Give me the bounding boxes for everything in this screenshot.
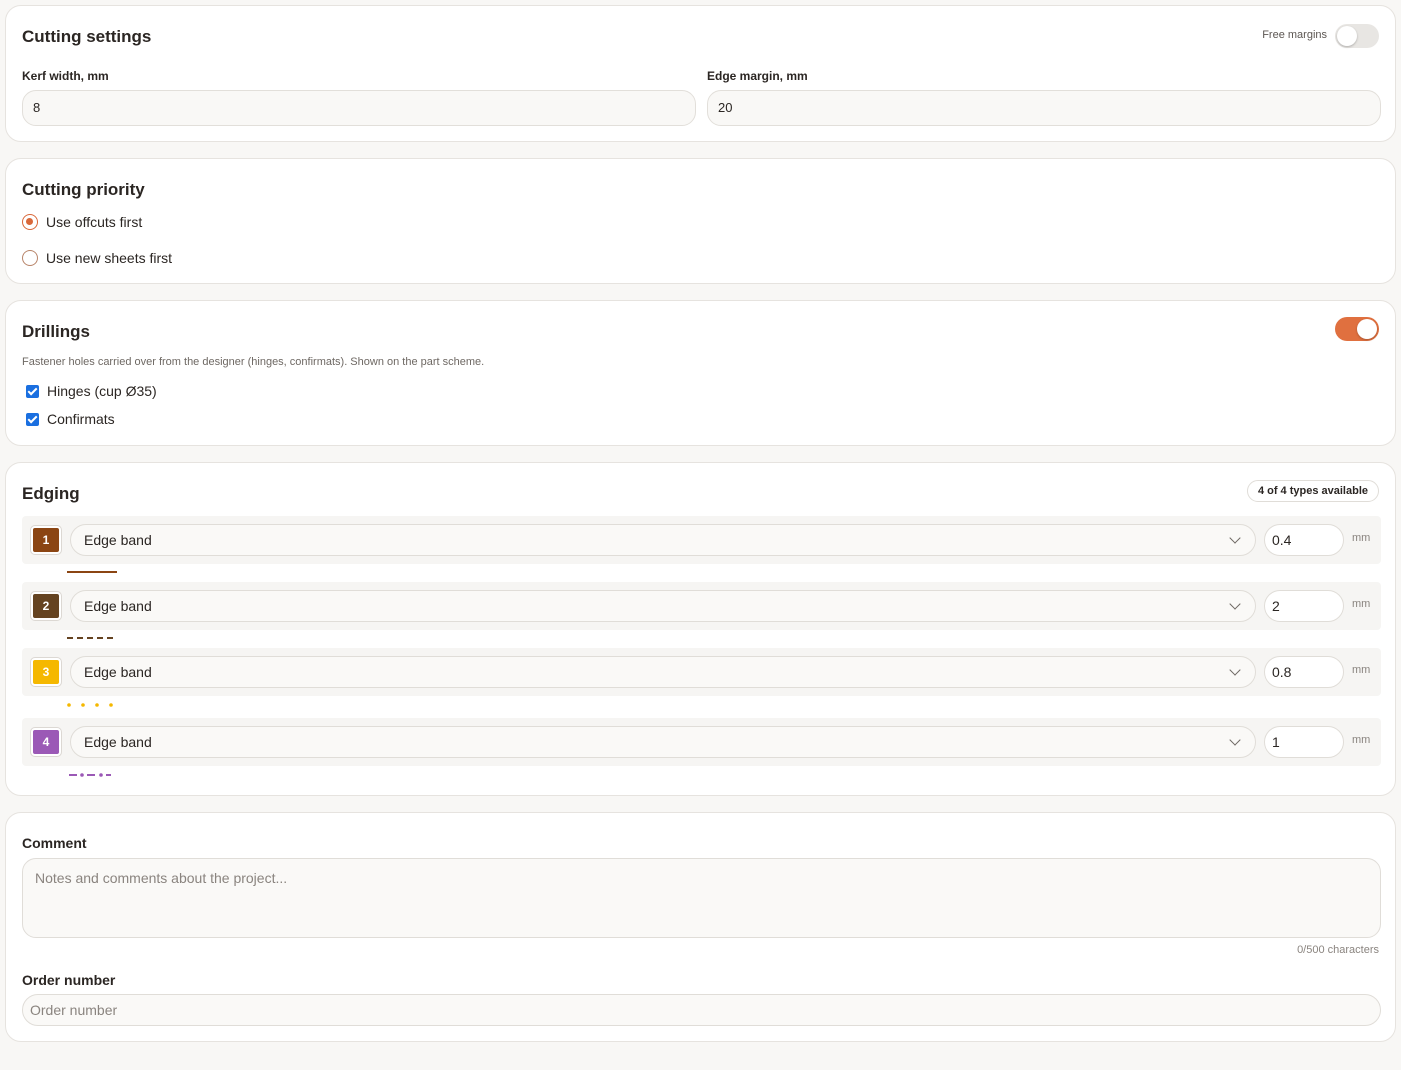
edge-line-preview-solid — [67, 571, 117, 573]
edge-type-value: Edge band — [84, 664, 152, 680]
edge-row-4: 4 Edge band 1 mm — [22, 718, 1381, 766]
radio-button[interactable] — [22, 250, 38, 266]
chevron-down-icon — [1229, 532, 1241, 544]
kerf-width-input[interactable]: 8 — [22, 90, 696, 126]
drillings-title: Drillings — [22, 322, 91, 341]
order-number-input[interactable]: Order number — [22, 994, 1381, 1026]
radio-label: Use new sheets first — [46, 250, 173, 266]
drillings-card: Drillings Fastener holes carried over fr… — [5, 300, 1396, 446]
radio-use-new-sheets[interactable]: Use new sheets first — [22, 248, 172, 268]
cutting-settings-card: Cutting settings Free margins Kerf width… — [5, 5, 1396, 142]
edge-unit: mm — [1352, 664, 1371, 676]
edge-unit: mm — [1352, 598, 1371, 610]
edge-margin-label: Edge margin, mm — [707, 69, 808, 83]
toggle-knob — [1357, 319, 1377, 339]
free-margins-toggle[interactable] — [1335, 24, 1379, 48]
comment-char-counter: 0/500 characters — [1297, 944, 1379, 956]
order-number-placeholder: Order number — [30, 1002, 118, 1018]
edge-type-select[interactable]: Edge band — [70, 524, 1256, 556]
chevron-down-icon — [1229, 598, 1241, 610]
comment-placeholder: Notes and comments about the project... — [35, 870, 288, 886]
order-number-label: Order number — [22, 972, 116, 988]
edge-line-preview-dashed — [67, 637, 117, 639]
checkbox-checked[interactable] — [26, 384, 39, 398]
edge-type-value: Edge band — [84, 598, 152, 614]
edge-color-swatch[interactable]: 3 — [31, 658, 61, 686]
cutting-settings-title: Cutting settings — [22, 27, 152, 46]
cutting-priority-card: Cutting priority Use offcuts first Use n… — [5, 158, 1396, 284]
edge-thickness-input[interactable]: 0.4 — [1264, 524, 1344, 556]
edging-availability-badge: 4 of 4 types available — [1246, 480, 1379, 502]
radio-button-checked[interactable] — [22, 214, 38, 230]
checkbox-checked[interactable] — [26, 412, 39, 426]
drillings-description: Fastener holes carried over from the des… — [22, 356, 485, 368]
toggle-knob — [1337, 26, 1357, 46]
edge-unit: mm — [1352, 532, 1371, 544]
edge-row-1: 1 Edge band 0.4 mm — [22, 516, 1381, 564]
edge-thickness-input[interactable]: 1 — [1264, 726, 1344, 758]
edge-type-select[interactable]: Edge band — [70, 590, 1256, 622]
edge-type-value: Edge band — [84, 734, 152, 750]
edge-type-select[interactable]: Edge band — [70, 656, 1256, 688]
edge-color-swatch[interactable]: 4 — [31, 728, 61, 756]
edge-row-3: 3 Edge band 0.8 mm — [22, 648, 1381, 696]
comment-label: Comment — [22, 835, 87, 851]
edge-thickness-input[interactable]: 0.8 — [1264, 656, 1344, 688]
comment-textarea[interactable]: Notes and comments about the project... — [22, 858, 1381, 938]
drillings-toggle[interactable] — [1335, 317, 1379, 341]
chevron-down-icon — [1229, 664, 1241, 676]
edge-type-select[interactable]: Edge band — [70, 726, 1256, 758]
radio-label: Use offcuts first — [46, 214, 143, 230]
edge-line-preview-dotted — [67, 703, 113, 707]
radio-use-offcuts[interactable]: Use offcuts first — [22, 212, 142, 232]
checkbox-confirmats[interactable]: Confirmats — [26, 409, 115, 429]
edging-title: Edging — [22, 484, 80, 503]
checkbox-label: Hinges (cup Ø35) — [47, 383, 157, 399]
edge-color-swatch[interactable]: 1 — [31, 526, 61, 554]
comment-card: Comment Notes and comments about the pro… — [5, 812, 1396, 1042]
kerf-width-label: Kerf width, mm — [22, 69, 109, 83]
edge-thickness-input[interactable]: 2 — [1264, 590, 1344, 622]
checkbox-label: Confirmats — [47, 411, 115, 427]
edging-card: Edging 4 of 4 types available 1 Edge ban… — [5, 462, 1396, 796]
edge-row-2: 2 Edge band 2 mm — [22, 582, 1381, 630]
checkbox-hinges[interactable]: Hinges (cup Ø35) — [26, 381, 157, 401]
edge-line-preview-dash-dot — [69, 773, 111, 777]
free-margins-label: Free margins — [1262, 29, 1327, 41]
edge-unit: mm — [1352, 734, 1371, 746]
cutting-priority-title: Cutting priority — [22, 180, 145, 199]
edge-color-swatch[interactable]: 2 — [31, 592, 61, 620]
chevron-down-icon — [1229, 734, 1241, 746]
edge-type-value: Edge band — [84, 532, 152, 548]
edge-margin-input[interactable]: 20 — [707, 90, 1381, 126]
